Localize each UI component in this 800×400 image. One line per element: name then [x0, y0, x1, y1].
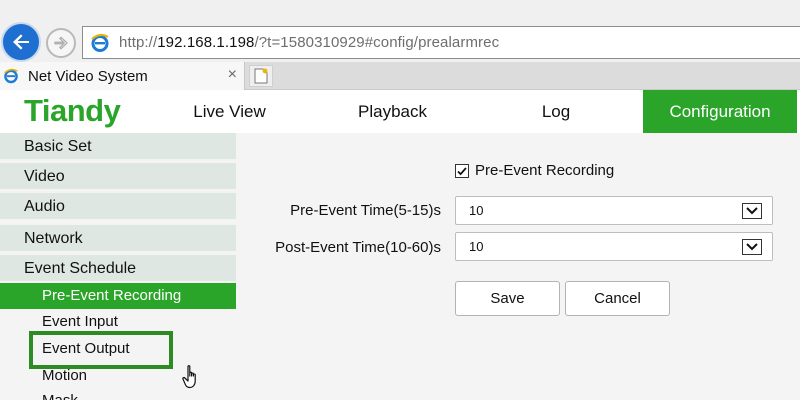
sidebar-item-audio[interactable]: Audio: [0, 193, 236, 221]
back-button[interactable]: [1, 22, 41, 62]
tab-title: Net Video System: [28, 67, 148, 85]
pre-event-time-label: Pre-Event Time(5-15)s: [290, 202, 441, 219]
post-event-time-value: 10: [469, 239, 484, 254]
sidebar-subitem-pre-event-recording[interactable]: Pre-Event Recording: [0, 283, 236, 309]
nav-configuration[interactable]: Configuration: [643, 90, 797, 133]
url-prefix: http://: [119, 34, 158, 51]
pre-event-time-select[interactable]: 10: [455, 196, 773, 225]
tab-close-icon[interactable]: ×: [228, 66, 237, 84]
url-rest: /?t=1580310929#config/prealarmrec: [254, 34, 500, 51]
pre-event-recording-label: Pre-Event Recording: [475, 162, 615, 179]
ie-logo-icon: [89, 32, 111, 54]
nav-playback[interactable]: Playback: [340, 90, 445, 133]
pre-event-recording-checkbox-row[interactable]: Pre-Event Recording: [455, 162, 614, 179]
post-event-time-label: Post-Event Time(10-60)s: [275, 239, 441, 256]
chevron-down-icon: [742, 203, 762, 219]
back-arrow-icon: [13, 34, 29, 50]
chevron-down-icon: [742, 239, 762, 255]
post-event-time-select[interactable]: 10: [455, 232, 773, 261]
cancel-button[interactable]: Cancel: [565, 281, 670, 316]
forward-button[interactable]: [46, 28, 76, 58]
browser-tab[interactable]: Net Video System ×: [0, 62, 245, 90]
sidebar-item-network[interactable]: Network: [0, 225, 236, 253]
nav-log[interactable]: Log: [520, 90, 592, 133]
checkmark-icon: [457, 166, 467, 175]
url-bar[interactable]: http://192.168.1.198/?t=1580310929#confi…: [82, 26, 800, 59]
ie-logo-icon: [2, 67, 20, 85]
highlight-box-event-output: [29, 331, 173, 369]
browser-address-row: http://192.168.1.198/?t=1580310929#confi…: [0, 0, 800, 62]
sidebar-item-event-schedule[interactable]: Event Schedule: [0, 255, 236, 283]
pre-event-recording-checkbox[interactable]: [455, 163, 469, 178]
pre-event-time-value: 10: [469, 203, 484, 218]
new-tab-icon: [254, 68, 268, 84]
browser-tab-row: Net Video System ×: [0, 62, 800, 90]
url-text: http://192.168.1.198/?t=1580310929#confi…: [119, 34, 499, 51]
forward-arrow-icon: [54, 36, 68, 50]
save-button[interactable]: Save: [455, 281, 560, 316]
brand-logo: Tiandy: [24, 93, 121, 128]
nav-live-view[interactable]: Live View: [172, 90, 287, 133]
url-host: 192.168.1.198: [157, 34, 255, 51]
new-tab-button[interactable]: [249, 65, 273, 87]
sidebar-item-basic-set[interactable]: Basic Set: [0, 133, 236, 161]
hand-pointer-icon: [182, 364, 202, 395]
app-header: Tiandy Live View Playback Log Configurat…: [0, 90, 800, 133]
sidebar-item-video[interactable]: Video: [0, 163, 236, 191]
